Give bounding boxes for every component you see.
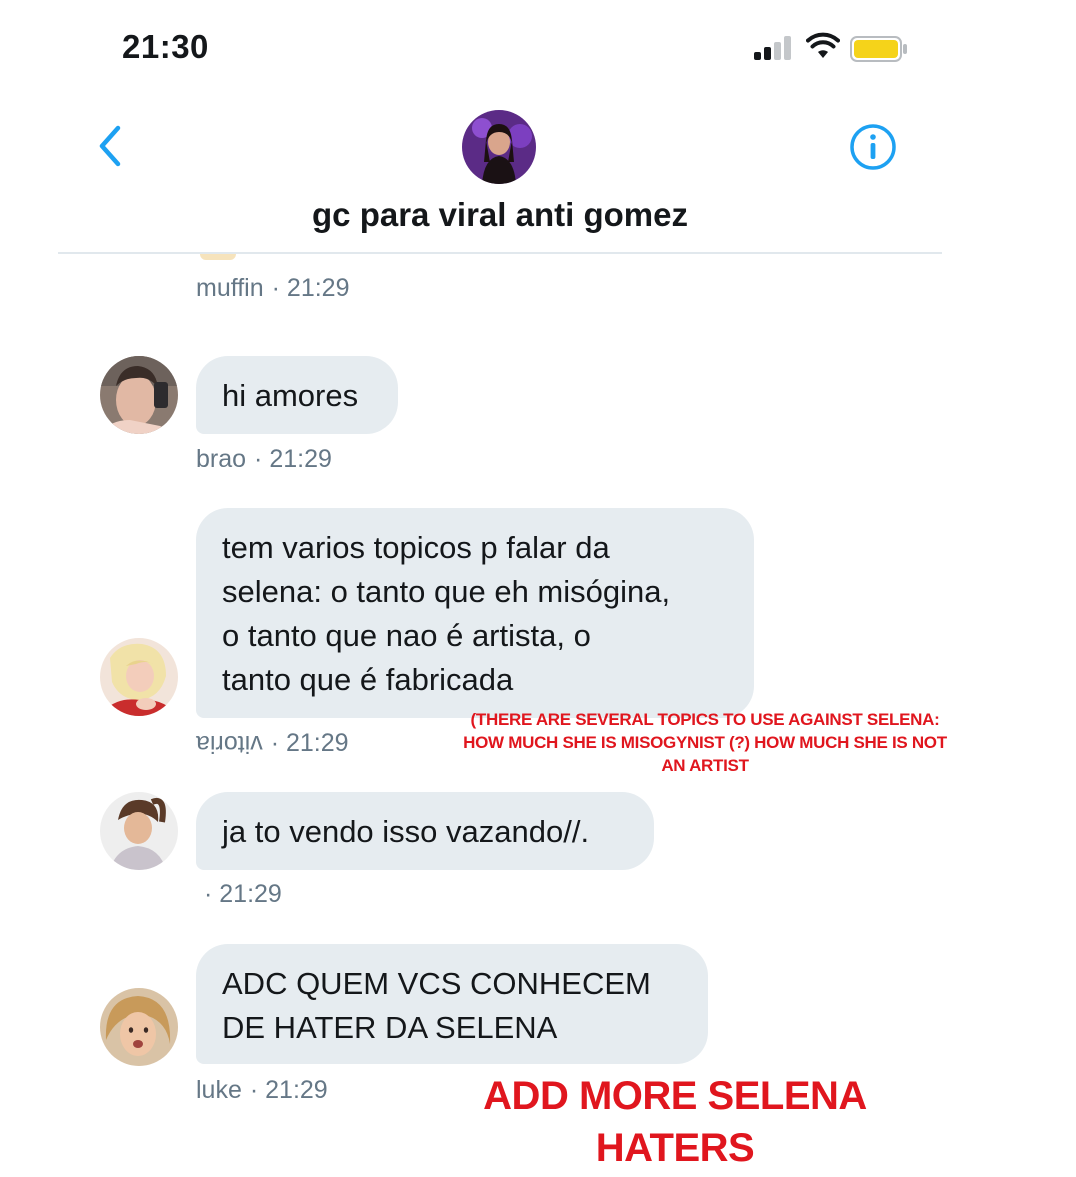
message-bubble[interactable]: ja to vendo isso vazando//.: [196, 792, 654, 870]
status-bar: 21:30: [0, 0, 1076, 100]
avatar[interactable]: [100, 356, 178, 434]
cellular-signal-icon: [754, 36, 796, 60]
message-bubble[interactable]: ADC QUEM VCS CONHECEM DE HATER DA SELENA: [196, 944, 708, 1064]
info-button[interactable]: [848, 122, 898, 172]
cropped-emoji: [200, 254, 236, 260]
message-text-line: DE HATER DA SELENA: [222, 1010, 558, 1045]
translation-line: AN ARTIST: [661, 756, 749, 775]
chevron-left-icon: [99, 125, 121, 167]
battery-icon: [850, 36, 908, 67]
message-time: · 21:29: [204, 880, 282, 908]
message-meta: vitoria · 21:29: [196, 729, 353, 758]
message-text-line: o tanto que nao é artista, o: [222, 618, 591, 653]
caption-annotation: ADD MORE SELENA HATERS: [483, 1074, 867, 1170]
message-text-line: tanto que é fabricada: [222, 662, 514, 697]
message-time: · 21:29: [270, 729, 349, 757]
message-time: · 21:29: [249, 1076, 328, 1104]
conversation-header: gc para viral anti gomez: [58, 100, 942, 254]
conversation-title: gc para viral anti gomez: [312, 196, 688, 233]
message-text: hi amores: [222, 378, 359, 413]
message-meta: luke · 21:29: [196, 1076, 332, 1105]
message-text: ja to vendo isso vazando//.: [222, 814, 590, 849]
translation-line: (THERE ARE SEVERAL TOPICS TO USE AGAINST…: [470, 710, 940, 729]
message-text-line: tem varios topicos p falar da: [222, 530, 610, 565]
message-time: · 21:29: [271, 274, 350, 302]
message-author: vitoria: [196, 730, 263, 758]
info-icon: [850, 124, 896, 170]
message-author: muffin: [196, 274, 264, 302]
message-time: · 21:29: [254, 445, 332, 473]
group-avatar[interactable]: [462, 110, 536, 184]
translation-line: HOW MUCH SHE IS MISOGYNIST (?) HOW MUCH …: [463, 733, 947, 752]
status-time: 21:30: [122, 28, 209, 65]
avatar[interactable]: [100, 988, 178, 1066]
avatar[interactable]: [100, 638, 178, 716]
message-meta: brao · 21:29: [196, 445, 336, 474]
avatar[interactable]: [100, 792, 178, 870]
message-text-line: ADC QUEM VCS CONHECEM: [222, 966, 651, 1001]
message-bubble[interactable]: hi amores: [196, 356, 398, 434]
translation-annotation: (THERE ARE SEVERAL TOPICS TO USE AGAINST…: [418, 708, 992, 777]
message-author: brao: [196, 445, 247, 473]
back-button[interactable]: [90, 122, 130, 170]
message-text-line: selena: o tanto que eh misógina,: [222, 574, 671, 609]
wifi-icon: [806, 32, 840, 65]
message-bubble[interactable]: tem varios topicos p falar da selena: o …: [196, 508, 754, 718]
message-author: luke: [196, 1076, 242, 1104]
message-meta: · 21:29: [196, 880, 286, 909]
message-meta: muffin · 21:29: [196, 274, 353, 303]
